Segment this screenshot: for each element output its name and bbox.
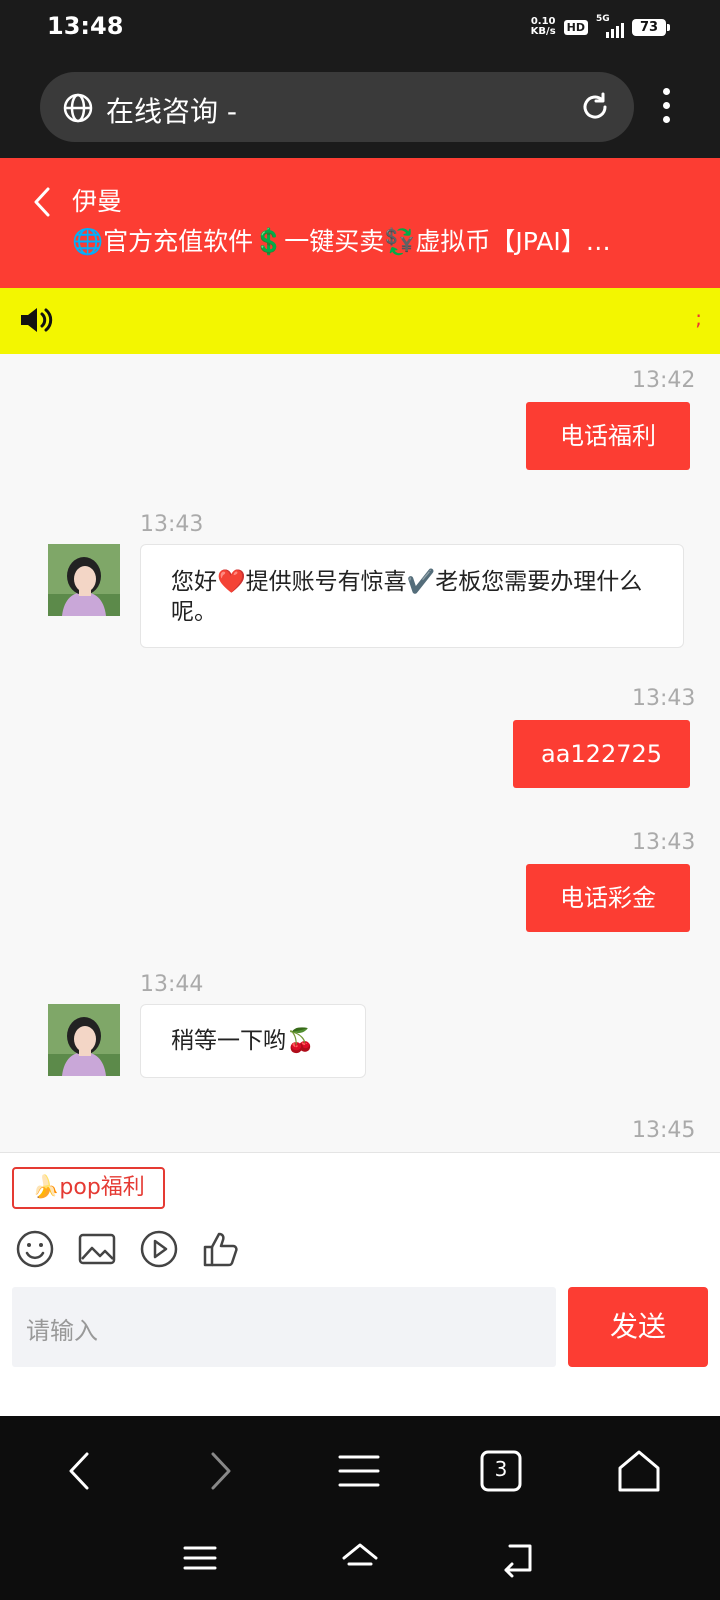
browser-toolbar: 在线咨询 - [0, 58, 720, 158]
back-arrow-icon[interactable] [32, 186, 52, 218]
video-icon[interactable] [139, 1229, 179, 1269]
system-nav [0, 1526, 720, 1600]
agent-avatar[interactable] [48, 544, 120, 616]
speaker-icon [21, 308, 53, 332]
system-back-icon[interactable] [500, 1538, 540, 1578]
quick-reply-button[interactable]: 🍌pop福利 [12, 1167, 165, 1209]
globe-icon [63, 93, 93, 123]
message-time: 13:42 [632, 368, 696, 393]
home-icon[interactable] [614, 1446, 664, 1496]
message-bubble-in[interactable]: 您好❤️提供账号有惊喜✔️老板您需要办理什么呢。 [140, 544, 684, 648]
forward-icon[interactable] [194, 1446, 244, 1496]
reload-icon[interactable] [578, 90, 612, 124]
message-time: 13:43 [632, 830, 696, 855]
message-time: 13:45 [632, 1118, 696, 1143]
agent-name: 伊曼 [72, 187, 123, 216]
message-time: 13:44 [140, 972, 204, 997]
message-bubble-out[interactable]: 电话福利 [526, 402, 690, 470]
address-bar[interactable]: 在线咨询 - [40, 72, 634, 142]
send-button[interactable]: 发送 [568, 1287, 708, 1367]
more-menu-icon[interactable] [656, 88, 676, 128]
hd-icon: HD [563, 19, 588, 35]
network-speed: 0.10 KB/s [530, 16, 556, 37]
message-time: 13:43 [140, 512, 204, 537]
emoji-icon[interactable] [15, 1229, 55, 1269]
message-bubble-out[interactable]: 电话彩金 [526, 864, 690, 932]
message-list[interactable]: 13:42 电话福利 13:43 您好❤️提供账号有惊喜✔️老板您需要办理什么呢… [0, 354, 720, 1152]
page-title: 在线咨询 - [106, 95, 238, 128]
browser-nav: 3 [0, 1416, 720, 1526]
message-input[interactable]: 请输入 [12, 1287, 556, 1367]
agent-avatar[interactable] [48, 1004, 120, 1076]
message-time: 13:43 [632, 686, 696, 711]
recents-icon[interactable] [180, 1538, 220, 1578]
signal-icon: 5G [596, 14, 624, 38]
notice-text: ; [695, 306, 702, 330]
message-bubble-out[interactable]: aa122725 [513, 720, 690, 788]
composer-tools [15, 1229, 241, 1269]
agent-subtitle: 🌐官方充值软件💲一键买卖💱虚拟币【JPAI】… [72, 227, 611, 256]
chat-header: 伊曼 🌐官方充值软件💲一键买卖💱虚拟币【JPAI】… [0, 158, 720, 288]
thumbs-up-icon[interactable] [201, 1229, 241, 1269]
tabs-icon[interactable]: 3 [476, 1446, 526, 1496]
status-time: 13:48 [47, 12, 124, 40]
notice-bar: ; [0, 288, 720, 354]
status-icons: 0.10 KB/s HD 5G 73 [530, 14, 670, 38]
status-bar: 13:48 0.10 KB/s HD 5G 73 [0, 0, 720, 58]
battery-icon: 73 [632, 18, 670, 36]
system-home-icon[interactable] [340, 1538, 380, 1578]
composer: 🍌pop福利 请输入 发送 [0, 1152, 720, 1416]
tab-count: 3 [494, 1457, 508, 1481]
image-icon[interactable] [77, 1229, 117, 1269]
menu-icon[interactable] [334, 1446, 384, 1496]
back-icon[interactable] [56, 1446, 106, 1496]
message-bubble-in[interactable]: 稍等一下哟🍒 [140, 1004, 366, 1078]
